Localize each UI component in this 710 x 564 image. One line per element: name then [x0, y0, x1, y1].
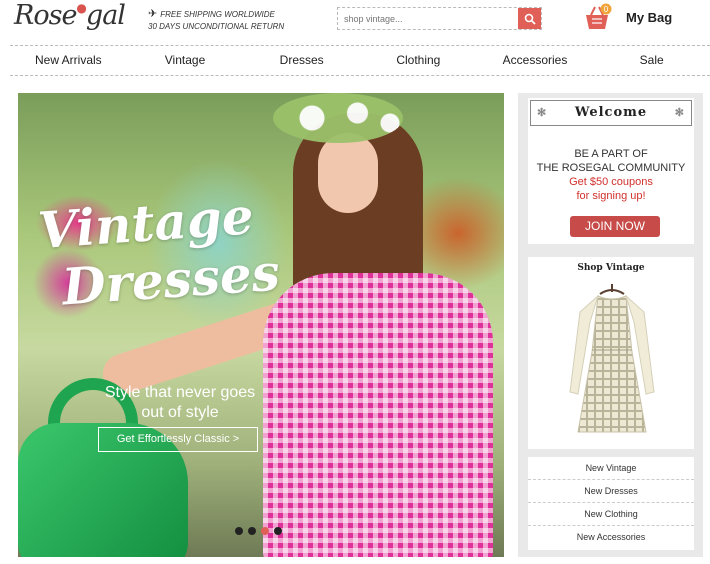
search-input[interactable] — [338, 8, 518, 29]
model-face — [318, 133, 378, 213]
hero-subtitle: Style that never goes out of style — [90, 383, 270, 423]
gingham-dress — [263, 273, 493, 557]
shopping-basket-icon[interactable]: 0 — [582, 3, 612, 31]
welcome-panel: ✻ Welcome ✻ BE A PART OF THE ROSEGAL COM… — [528, 98, 694, 244]
shipping-info: ✈ FREE SHIPPING WORLDWIDE 30 DAYS UNCONDI… — [148, 8, 284, 33]
main-nav: New Arrivals Vintage Dresses Clothing Ac… — [10, 45, 710, 76]
nav-item-dresses[interactable]: Dresses — [243, 46, 360, 75]
nav-item-sale[interactable]: Sale — [593, 46, 710, 75]
snowflake-icon: ✻ — [537, 106, 548, 119]
search-button[interactable] — [518, 8, 541, 29]
link-new-accessories[interactable]: New Accessories — [528, 526, 694, 549]
snowflake-icon: ✻ — [674, 106, 685, 119]
carousel-dot-4[interactable] — [274, 527, 282, 535]
site-header: Rose●gal ✈ FREE SHIPPING WORLDWIDE 30 DAY… — [0, 0, 710, 40]
shipping-line-1: FREE SHIPPING WORLDWIDE — [160, 10, 275, 19]
welcome-line-1: BE A PART OF — [574, 148, 648, 160]
hero-subtitle-line-1: Style that never goes — [104, 384, 256, 401]
bag-count: 0 — [604, 5, 609, 14]
shop-vintage-title: Shop Vintage — [577, 263, 645, 273]
hero-banner[interactable]: Vintage Dresses Style that never goes ou… — [18, 93, 504, 557]
carousel-dot-2[interactable] — [248, 527, 256, 535]
carousel-dot-3[interactable] — [261, 527, 269, 535]
hero-cta-button[interactable]: Get Effortlessly Classic > — [98, 427, 258, 452]
sidebar-links: New Vintage New Dresses New Clothing New… — [528, 457, 694, 550]
shop-vintage-panel[interactable]: Shop Vintage — [528, 257, 694, 449]
plaid-dress-image[interactable] — [562, 282, 662, 442]
hero-subtitle-line-2: out of style — [141, 404, 219, 421]
flower-crown — [273, 93, 403, 143]
welcome-title: Welcome — [574, 105, 648, 120]
welcome-line-2: THE ROSEGAL COMMUNITY — [536, 162, 686, 174]
nav-item-clothing[interactable]: Clothing — [360, 46, 477, 75]
rosegal-logo[interactable]: Rose●gal — [14, 0, 126, 31]
my-bag-link[interactable]: My Bag — [626, 10, 672, 25]
link-new-vintage[interactable]: New Vintage — [528, 457, 694, 480]
coupon-line-1: Get $50 coupons — [569, 176, 653, 188]
search-icon — [524, 13, 536, 25]
search-box — [337, 7, 542, 30]
carousel-dot-1[interactable] — [235, 527, 243, 535]
nav-item-accessories[interactable]: Accessories — [477, 46, 594, 75]
welcome-banner: ✻ Welcome ✻ — [530, 100, 692, 126]
carousel-dots — [235, 527, 282, 535]
sidebar: ✻ Welcome ✻ BE A PART OF THE ROSEGAL COM… — [518, 93, 703, 557]
join-now-button[interactable]: JOIN NOW — [570, 216, 660, 237]
hero-title: Vintage Dresses — [36, 184, 303, 318]
coupon-line-2: for signing up! — [576, 190, 646, 202]
nav-item-vintage[interactable]: Vintage — [127, 46, 244, 75]
plane-icon: ✈ — [148, 8, 158, 20]
link-new-dresses[interactable]: New Dresses — [528, 480, 694, 503]
shipping-line-2: 30 DAYS UNCONDITIONAL RETURN — [148, 22, 285, 31]
link-new-clothing[interactable]: New Clothing — [528, 503, 694, 526]
nav-item-new-arrivals[interactable]: New Arrivals — [10, 46, 127, 75]
